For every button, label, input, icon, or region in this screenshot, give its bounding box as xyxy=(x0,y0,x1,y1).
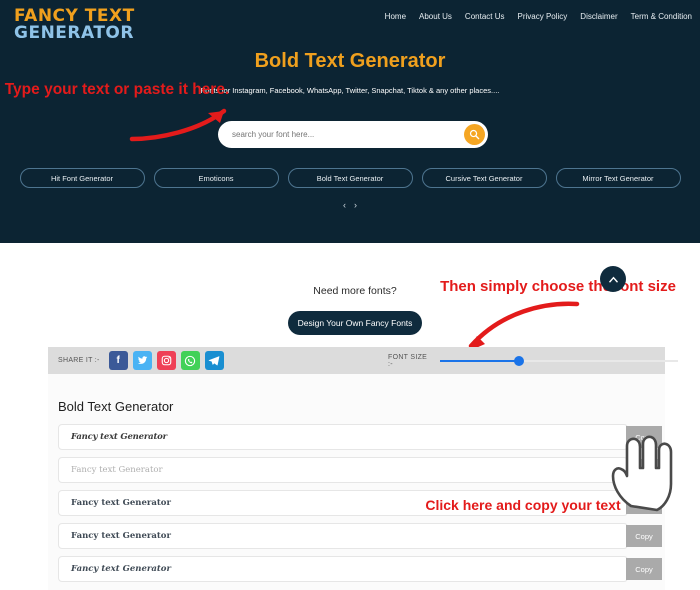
need-more-fonts-label: Need more fonts? xyxy=(313,285,397,297)
result-row-1: Fancy text Generator xyxy=(58,424,628,450)
nav-item-disclaimer[interactable]: Disclaimer xyxy=(580,12,617,21)
main-navigation: Home About Us Contact Us Privacy Policy … xyxy=(385,12,692,21)
result-text-2: Fancy text Generator xyxy=(71,465,163,475)
design-own-fonts-button[interactable]: Design Your Own Fancy Fonts xyxy=(288,311,422,335)
category-bold-text-generator[interactable]: Bold Text Generator xyxy=(287,168,413,188)
nav-item-about-us[interactable]: About Us xyxy=(419,12,452,21)
instagram-icon[interactable] xyxy=(156,351,176,370)
annotation-copy-text: Click here and copy your text xyxy=(425,497,621,513)
category-button-row: Hit Font Generator Emoticons Bold Text G… xyxy=(0,168,700,188)
carousel-controls: ‹ › xyxy=(0,200,700,210)
result-text-4: Fancy text Generator xyxy=(71,531,171,541)
result-row-5: Fancy text Generator xyxy=(58,556,628,582)
hero-subtitle: Fonts for Instagram, Facebook, WhatsApp,… xyxy=(200,86,500,95)
logo-line-2: GENERATOR xyxy=(14,23,134,44)
slider-fill xyxy=(439,359,519,362)
font-size-label: FONT SIZE :- xyxy=(388,353,428,368)
facebook-icon[interactable]: f xyxy=(108,351,128,370)
font-size-control: FONT SIZE :- xyxy=(388,353,678,368)
nav-item-home[interactable]: Home xyxy=(385,12,406,21)
whatsapp-icon[interactable] xyxy=(180,351,200,370)
twitter-icon[interactable] xyxy=(132,351,152,370)
font-size-slider[interactable] xyxy=(439,355,678,367)
result-text-3: Fancy text Generator xyxy=(71,498,171,508)
slider-thumb[interactable] xyxy=(513,355,524,366)
scroll-to-top-button[interactable] xyxy=(600,266,626,292)
category-emoticons[interactable]: Emoticons xyxy=(153,168,279,188)
whatsapp-glyph-icon xyxy=(185,355,196,366)
search-button[interactable] xyxy=(464,124,485,145)
results-heading: Bold Text Generator xyxy=(58,399,174,414)
instagram-glyph-icon xyxy=(161,355,171,366)
font-search-bar xyxy=(218,121,488,148)
chevron-up-icon xyxy=(608,276,618,282)
copy-button-2[interactable]: Copy xyxy=(626,459,662,481)
copy-button-4[interactable]: Copy xyxy=(626,525,662,547)
twitter-bird-icon xyxy=(137,356,148,364)
category-hit-font-generator[interactable]: Hit Font Generator xyxy=(19,168,145,188)
result-text-5: Fancy text Generator xyxy=(71,564,171,574)
copy-button-5[interactable]: Copy xyxy=(626,558,662,580)
page-title: Bold Text Generator xyxy=(254,50,446,72)
nav-item-term-condition[interactable]: Term & Condition xyxy=(631,12,692,21)
result-row-4: Fancy text Generator xyxy=(58,523,628,549)
copy-button-1[interactable]: Copy xyxy=(626,426,662,448)
category-mirror-text-generator[interactable]: Mirror Text Generator xyxy=(555,168,681,188)
annotation-type-text: Type your text or paste it here. xyxy=(4,81,230,98)
carousel-next-icon[interactable]: › xyxy=(354,200,357,210)
annotation-font-size: Then simply choose the font size xyxy=(440,278,676,295)
search-input[interactable] xyxy=(232,121,447,148)
nav-item-contact-us[interactable]: Contact Us xyxy=(465,12,505,21)
site-header: FANCY TEXT GENERATOR Home About Us Conta… xyxy=(0,0,700,243)
result-row-2: Fancy text Generator xyxy=(58,457,628,483)
telegram-glyph-icon xyxy=(208,356,220,366)
category-cursive-text-generator[interactable]: Cursive Text Generator xyxy=(421,168,547,188)
result-text-1: Fancy text Generator xyxy=(71,432,167,442)
nav-item-privacy-policy[interactable]: Privacy Policy xyxy=(518,12,568,21)
share-it-label: SHARE IT :- xyxy=(58,357,100,364)
site-logo[interactable]: FANCY TEXT GENERATOR xyxy=(14,7,135,44)
carousel-prev-icon[interactable]: ‹ xyxy=(343,200,346,210)
page-root: FANCY TEXT GENERATOR Home About Us Conta… xyxy=(0,0,700,590)
results-panel: Bold Text Generator Fancy text Generator… xyxy=(48,374,665,590)
share-and-fontsize-toolbar: SHARE IT :- f FONT SIZE:- xyxy=(48,347,678,374)
telegram-icon[interactable] xyxy=(204,351,224,370)
search-icon xyxy=(469,129,480,140)
social-share-icons: f xyxy=(108,351,224,370)
